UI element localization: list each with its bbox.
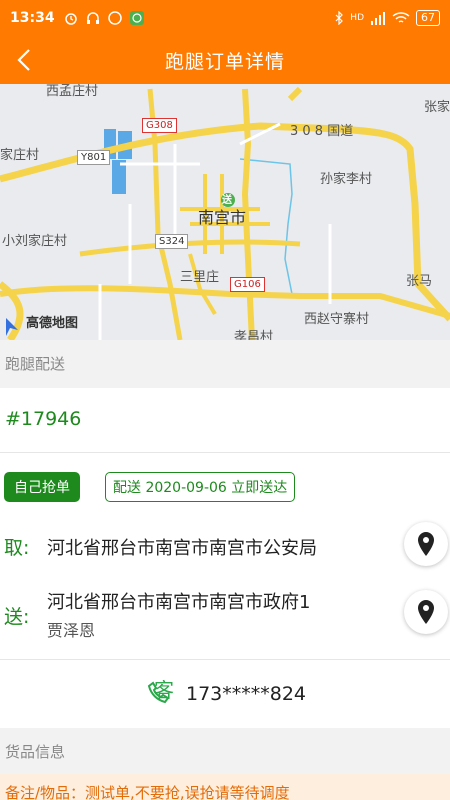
customer-phone-button[interactable]: 客 173*****824 [0,660,450,728]
status-system-icons: HD 67 [334,10,440,26]
map-label-san-li: 三里庄 [180,270,220,285]
customer-glyph: 客 [153,678,174,702]
tag-self-grab: 自己抢单 [4,472,80,502]
nav-bar: 跑腿订单详情 [0,36,450,84]
map-road-s324: S324 [155,234,189,249]
map-label-xi-zhao: 西赵守寨村 [304,312,370,327]
tag-delivery-time: 配送 2020-09-06 立即送达 [105,472,296,502]
customer-phone-icon: 客 [144,678,176,710]
bluetooth-icon [335,11,344,25]
location-pin-icon [418,532,434,556]
map-label-jia-zhuang: 家庄村 [0,148,40,163]
alarm-icon [64,13,77,25]
map-road-g106: G106 [230,277,265,292]
wechat-icon [129,11,144,25]
network-type-label: HD [350,13,364,23]
map-label-xi-meng-zhuang: 西孟庄村 [46,84,99,99]
dropoff-address: 河北省邢台市南宫市南宫市政府1 [47,592,311,613]
map-label-xiao-liu: 小刘家庄村 [2,234,68,249]
map-view[interactable]: 西孟庄村 张家 家庄村 G308 3 0 8 国道 Y801 孙家李村 南宫市 … [0,84,450,340]
pickup-address: 河北省邢台市南宫市南宫市公安局 [47,538,317,559]
dropoff-name: 贾泽恩 [47,621,96,640]
map-marker-song-label: 送 [222,195,232,206]
order-card: #17946 自己抢单 配送 2020-09-06 立即送达 取: 河北省邢台市… [0,388,450,728]
map-label-guodao: 3 0 8 国道 [290,124,354,139]
page-title: 跑腿订单详情 [164,50,285,73]
dropoff-location-button[interactable] [404,590,448,634]
headphones-icon [86,12,99,24]
map-road-g308: G308 [142,118,177,133]
chevron-left-icon [17,49,30,71]
location-pin-icon [418,600,434,624]
pickup-key: 取: [4,537,30,559]
goods-note: 备注/物品：测试单,不要抢,误抢请等待调度 [0,774,450,800]
map-label-sun-jia-li: 孙家李村 [320,172,373,187]
status-notification-icons [63,10,145,26]
map-road-y801: Y801 [77,150,111,165]
app-badge-icon [107,11,122,25]
back-button[interactable] [4,40,44,80]
signal-icon [371,12,385,25]
section-goods-label: 货品信息 [0,728,450,774]
map-label-xiao-chang: 孝昌村 [234,330,274,340]
map-logo: 高德地图 [26,316,79,331]
divider [0,452,450,453]
section-delivery-label: 跑腿配送 [0,340,450,386]
dropoff-key: 送: [4,606,30,628]
map-label-zhang-ma: 张马 [406,274,433,289]
wifi-icon [392,12,410,23]
map-label-zhang: 张家 [424,100,450,115]
map-label-nan-gong: 南宫市 [198,208,247,227]
order-number: #17946 [5,408,82,430]
customer-phone-number: 173*****824 [185,683,307,705]
battery-indicator: 67 [416,10,440,26]
pickup-location-button[interactable] [404,522,448,566]
status-bar: 13:34 HD 67 [0,0,450,36]
status-time: 13:34 [10,10,55,26]
